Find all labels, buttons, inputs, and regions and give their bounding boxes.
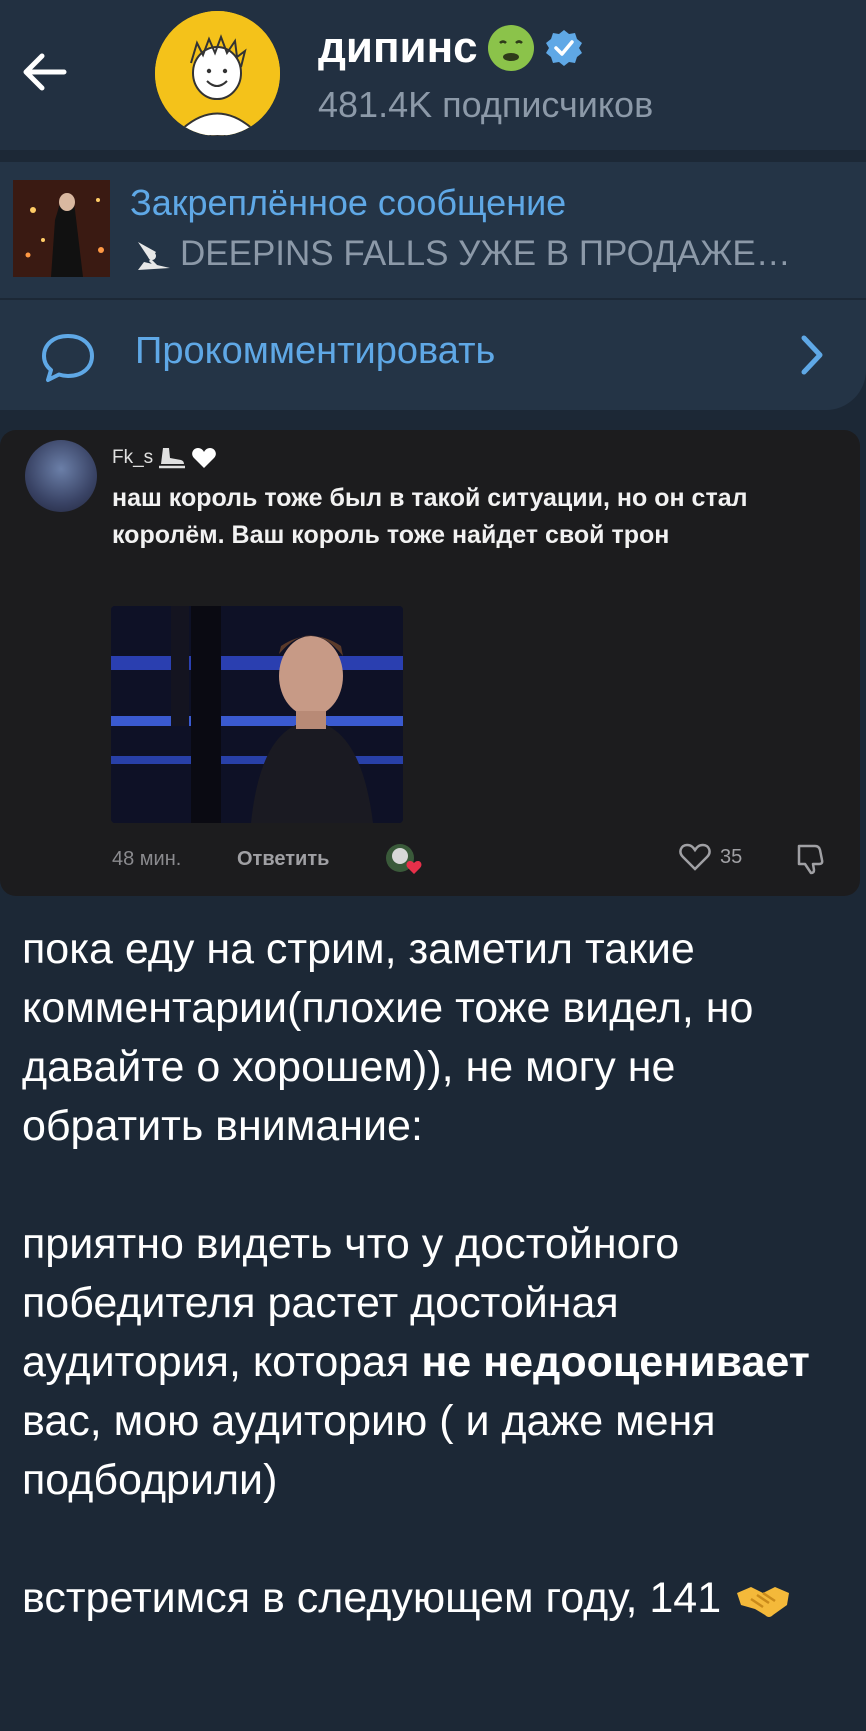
back-button[interactable] xyxy=(16,44,72,100)
comment-reply-label: Ответить xyxy=(237,848,330,870)
comment-button-label: Прокомментировать xyxy=(135,330,496,372)
commenter-avatar xyxy=(25,440,97,512)
comment-time: 48 мин. xyxy=(112,848,182,870)
heart-icon xyxy=(192,448,217,468)
verified-badge-icon xyxy=(544,28,584,68)
back-arrow-icon xyxy=(23,53,67,91)
channel-avatar[interactable] xyxy=(155,11,280,136)
subscriber-count: 481.4K подписчиков xyxy=(318,84,654,125)
nauseated-face-emoji xyxy=(487,25,534,71)
post-paragraph-1: пока еду на стрим, заметил такие коммент… xyxy=(22,925,754,1150)
comment-likes: 35 xyxy=(678,842,742,872)
post-bold-phrase: не недооценивает xyxy=(421,1338,810,1386)
avatar-drawing xyxy=(155,11,280,136)
comment-likes-count: 35 xyxy=(720,845,743,868)
ice-skate-icon xyxy=(159,448,186,469)
post-image-comment-screenshot[interactable]: Fk_s наш король тоже был в такой ситуаци… xyxy=(0,430,860,896)
pinned-preview-text: DEEPINS FALLS УЖЕ В ПРОДАЖЕ… xyxy=(180,234,791,273)
witch-emoji xyxy=(138,242,170,270)
post-paragraph-2: приятно видеть что у достойного победите… xyxy=(22,1215,842,1510)
pinned-preview: DEEPINS FALLS УЖЕ В ПРОДАЖЕ… xyxy=(130,234,856,274)
pinned-message-bar[interactable]: Закреплённое сообщение DEEPINS FALLS УЖЕ… xyxy=(0,162,866,298)
author-heart-reaction-icon xyxy=(386,844,422,874)
post-paragraph-3: встретимся в следующем году, 141 xyxy=(22,1569,842,1628)
dislike-icon xyxy=(797,844,824,875)
channel-title[interactable]: дипинс xyxy=(318,20,584,76)
handshake-emoji xyxy=(737,1586,790,1617)
commenter-username: Fk_s xyxy=(112,447,154,468)
post-paragraph-2-part-2: вас, мою аудиторию ( и даже меня подбодр… xyxy=(22,1397,716,1504)
comment-text: наш король тоже был в такой ситуации, но… xyxy=(112,484,748,549)
chevron-right-icon xyxy=(801,335,823,375)
post-paragraph-3-text: встретимся в следующем году, 141 xyxy=(22,1574,722,1622)
channel-header: дипинс 481.4K подписчиков xyxy=(0,0,866,150)
heart-outline-icon xyxy=(679,843,711,871)
post-text: пока еду на стрим, заметил такие коммент… xyxy=(22,920,842,1628)
comment-bubble-icon xyxy=(42,334,94,382)
commenter-name: Fk_s xyxy=(112,446,217,470)
comment-photo xyxy=(111,606,403,823)
pinned-title: Закреплённое сообщение xyxy=(130,182,567,223)
channel-name-text: дипинс xyxy=(318,23,478,72)
comment-bar[interactable]: Прокомментировать xyxy=(0,300,866,410)
pinned-thumbnail xyxy=(13,180,110,277)
